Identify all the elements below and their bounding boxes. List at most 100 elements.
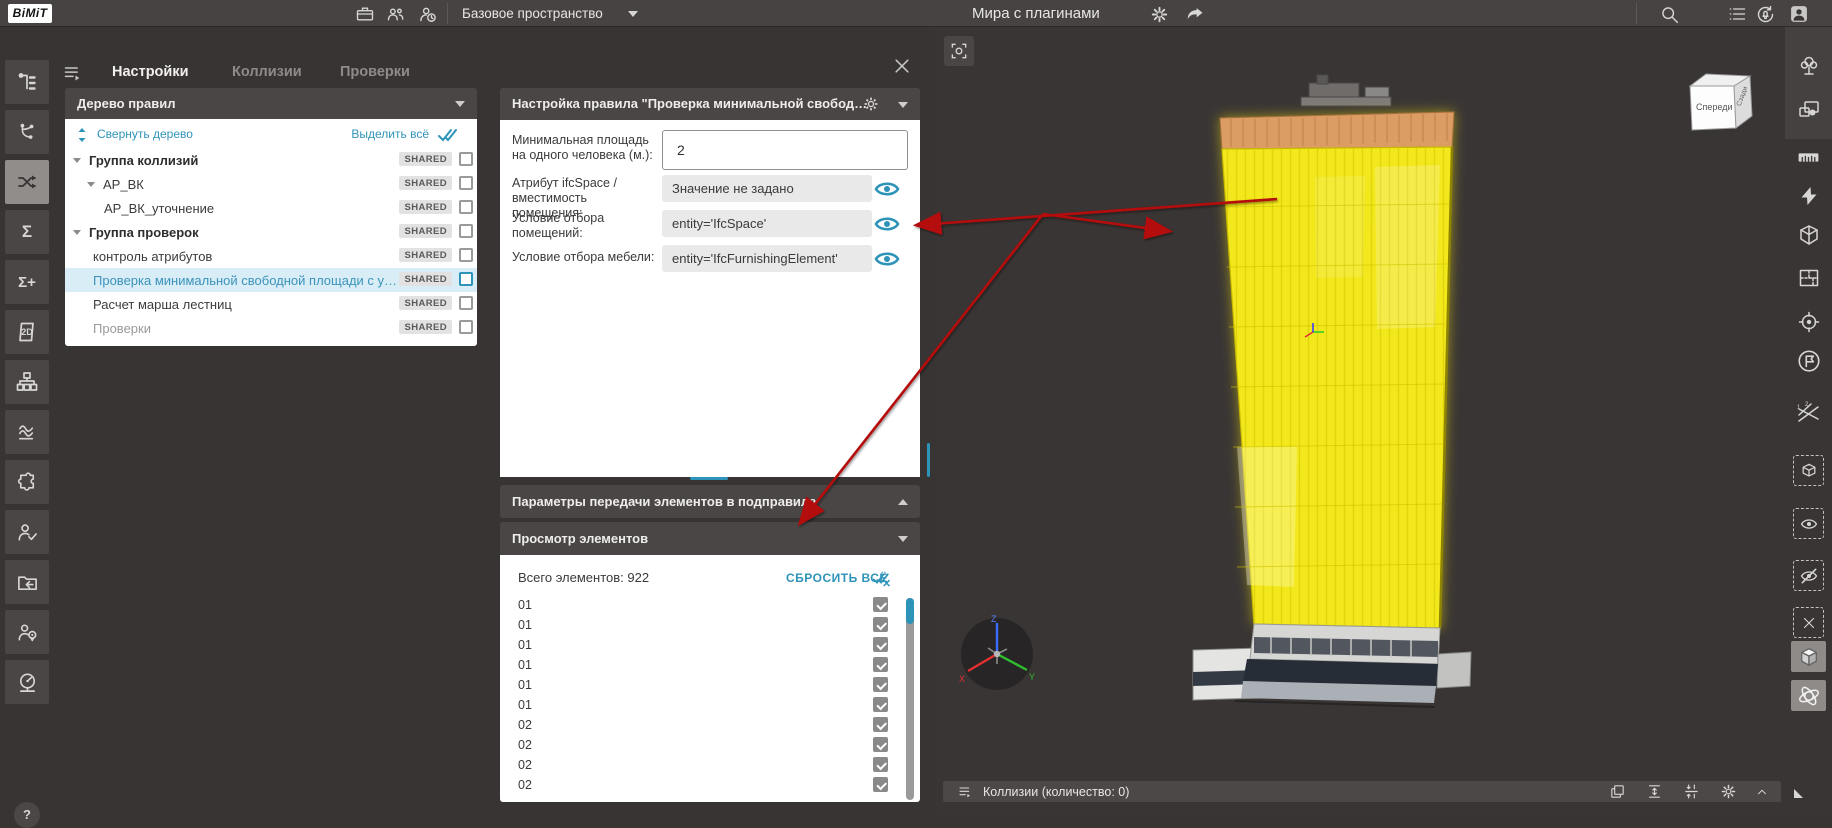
structure-chart-button[interactable] (5, 360, 49, 404)
element-list-item[interactable]: 02 (500, 715, 920, 735)
tree-item-checkbox[interactable] (459, 200, 473, 214)
clear-selection-button[interactable] (1793, 607, 1824, 638)
chevron-down-icon[interactable] (73, 158, 81, 163)
resize-grip[interactable] (1794, 789, 1803, 798)
attribute-eye-icon[interactable] (874, 179, 900, 199)
gauge-dashboard-button[interactable] (5, 660, 49, 704)
split-vertical-icon[interactable] (1683, 783, 1700, 800)
account-icon[interactable] (1788, 3, 1810, 25)
subrules-panel-header[interactable]: Параметры передачи элементов в подправил… (500, 485, 920, 518)
elements-scrollbar-thumb[interactable] (906, 598, 914, 624)
close-panel-icon[interactable] (892, 56, 912, 81)
rule-tree-collapse-chevron-icon[interactable] (455, 101, 465, 107)
compare-versions-button[interactable]: 12 (1793, 398, 1824, 429)
fit-height-icon[interactable] (1646, 783, 1663, 800)
element-list-item[interactable]: 02 (500, 775, 920, 795)
rule-settings-header[interactable]: Настройка правила "Проверка минимальной … (500, 88, 920, 120)
tree-item-checkbox[interactable] (459, 248, 473, 262)
rule-tree-header[interactable]: Дерево правил (65, 88, 477, 119)
chevron-down-icon[interactable] (87, 182, 95, 187)
tree-item-collision-group[interactable]: Группа коллизий SHARED (65, 148, 477, 172)
tree-item-stairs-calc[interactable]: Расчет марша лестниц SHARED (65, 292, 477, 316)
element-list-item[interactable]: 01 (500, 615, 920, 635)
elements-scrollbar-track[interactable] (906, 598, 914, 800)
graphs-waves-button[interactable] (5, 410, 49, 454)
collisions-shuffle-button[interactable] (5, 160, 49, 204)
section-cube-button[interactable] (1793, 219, 1824, 250)
collisions-settings-gear-icon[interactable] (1720, 783, 1737, 800)
element-checkbox[interactable] (873, 657, 888, 672)
cube-front-label[interactable]: Спереди (1696, 102, 1732, 112)
elements-collapse-chevron-icon[interactable] (898, 536, 908, 542)
environment-tree-button[interactable] (1793, 50, 1824, 81)
subrules-expand-chevron-icon[interactable] (898, 499, 908, 505)
collisions-bar[interactable]: Коллизии (количество: 0) (943, 781, 1781, 802)
expand-collapse-icon[interactable] (75, 127, 89, 143)
help-button[interactable]: ? (14, 802, 40, 828)
flag-marker-button[interactable] (1793, 345, 1824, 376)
workspace-chevron-down-icon[interactable] (628, 11, 638, 17)
rule-settings-collapse-chevron-icon[interactable] (898, 102, 908, 108)
folder-export-button[interactable] (5, 560, 49, 604)
profile-clock-icon[interactable] (416, 3, 438, 25)
floorplan-button[interactable] (1793, 262, 1824, 293)
panel-menu-icon[interactable] (62, 63, 84, 88)
solid-view-cube-button[interactable] (1791, 641, 1826, 672)
tree-item-checkbox[interactable] (459, 152, 473, 166)
double-check-icon[interactable] (437, 126, 461, 144)
orbit-navigation-button[interactable] (1791, 680, 1826, 711)
element-list-item[interactable]: 02 (500, 735, 920, 755)
rooms-filter-eye-icon[interactable] (874, 214, 900, 234)
element-list-item[interactable]: 01 (500, 595, 920, 615)
panel-resize-handle-horizontal[interactable] (690, 477, 728, 480)
search-icon[interactable] (1658, 3, 1680, 25)
drawings-2d-button[interactable]: 2D (5, 310, 49, 354)
element-checkbox[interactable] (873, 737, 888, 752)
plugins-puzzle-button[interactable] (5, 460, 49, 504)
element-checkbox[interactable] (873, 617, 888, 632)
element-checkbox[interactable] (873, 697, 888, 712)
select-all-link[interactable]: Выделить всё (351, 127, 429, 141)
chevron-down-icon[interactable] (73, 230, 81, 235)
tree-item-attribute-control[interactable]: контроль атрибутов SHARED (65, 244, 477, 268)
uncheck-all-icon[interactable] (872, 570, 892, 587)
element-checkbox[interactable] (873, 637, 888, 652)
tree-item-checkbox[interactable] (459, 176, 473, 190)
notifications-bell-icon[interactable] (1754, 3, 1776, 25)
element-list-item[interactable]: 01 (500, 655, 920, 675)
element-list-item[interactable]: 01 (500, 635, 920, 655)
furniture-filter-eye-icon[interactable] (874, 249, 900, 269)
min-area-input[interactable] (662, 130, 908, 170)
furniture-filter-field[interactable]: entity='IfcFurnishingElement' (662, 245, 872, 272)
element-list-item[interactable]: 02 (500, 755, 920, 775)
project-settings-gear-icon[interactable] (1148, 3, 1170, 25)
share-icon[interactable] (1184, 3, 1206, 25)
ruler-button[interactable] (1793, 142, 1824, 173)
duplicate-icon[interactable] (1609, 783, 1626, 800)
building-model[interactable] (935, 27, 1785, 814)
navigation-cube[interactable]: Спереди Сзади (1676, 66, 1764, 142)
viewport-3d[interactable]: Спереди Сзади X Y Z Коллизии (количество… (935, 27, 1785, 814)
branch-tool-button[interactable] (5, 110, 49, 154)
tab-checks[interactable]: Проверки (340, 64, 410, 80)
elements-panel-header[interactable]: Просмотр элементов (500, 522, 920, 555)
model-tree-button[interactable] (5, 60, 49, 104)
tree-item-checks[interactable]: Проверки SHARED (65, 316, 477, 340)
tab-collisions[interactable]: Коллизии (232, 64, 302, 80)
element-checkbox[interactable] (873, 757, 888, 772)
sigma-summary-button[interactable]: Σ (5, 210, 49, 254)
sigma-add-button[interactable]: Σ+ (5, 260, 49, 304)
collapse-bar-chevron-up-icon[interactable] (1755, 785, 1769, 799)
tree-item-checkbox[interactable] (459, 320, 473, 334)
element-list-item[interactable]: 01 (500, 695, 920, 715)
element-checkbox[interactable] (873, 717, 888, 732)
tree-item-check-group[interactable]: Группа проверок SHARED (65, 220, 477, 244)
workspace-selector[interactable]: Базовое пространство (462, 0, 603, 27)
collisions-menu-icon[interactable] (957, 784, 975, 800)
team-icon[interactable] (384, 3, 406, 25)
rule-settings-gear-icon[interactable] (862, 95, 880, 113)
element-checkbox[interactable] (873, 777, 888, 792)
show-selection-eye-button[interactable] (1793, 508, 1824, 539)
hide-selection-eye-off-button[interactable] (1793, 560, 1824, 591)
list-menu-icon[interactable] (1726, 3, 1748, 25)
